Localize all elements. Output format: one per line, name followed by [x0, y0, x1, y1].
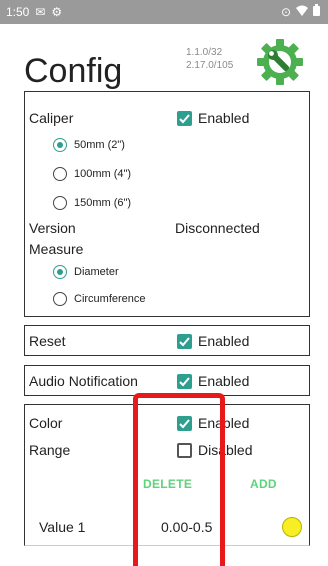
radio-size-50mm[interactable]: 50mm (2") [53, 138, 125, 152]
reset-label: Reset [29, 333, 66, 349]
caliper-enabled-label: Enabled [198, 110, 250, 126]
radio-unselected-icon [53, 167, 67, 181]
add-button[interactable]: ADD [250, 477, 277, 491]
checkbox-unchecked-icon [177, 442, 192, 458]
wifi-icon [296, 5, 308, 19]
color-enabled-checkbox[interactable]: Enabled [177, 415, 249, 431]
value-1-color-swatch[interactable] [282, 517, 302, 537]
value-1-range: 0.00-0.5 [161, 519, 213, 535]
caliper-label: Caliper [29, 110, 74, 126]
audio-enabled-label: Enabled [198, 373, 250, 389]
radio-measure-diameter[interactable]: Diameter [53, 265, 119, 279]
reset-enabled-checkbox[interactable]: Enabled [177, 333, 249, 349]
version-value: Disconnected [175, 220, 260, 236]
range-disabled-label: Disabled [198, 442, 253, 458]
audio-enabled-checkbox[interactable]: Enabled [177, 373, 249, 389]
measure-label: Measure [29, 241, 84, 257]
radio-selected-icon [53, 265, 67, 279]
radio-unselected-icon [53, 292, 67, 306]
version-info: 1.1.0/32 2.17.0/105 [186, 46, 233, 72]
color-card: Color Enabled Range Disabled DELETE ADD … [24, 404, 310, 546]
status-bar: 1:50 ✉ ⚙ ⊙ [0, 0, 328, 24]
range-disabled-checkbox[interactable]: Disabled [177, 442, 252, 458]
location-icon: ⊙ [280, 4, 291, 19]
gmail-icon: ✉ [35, 5, 46, 19]
battery-icon [313, 4, 320, 19]
app-version: 1.1.0/32 [186, 47, 223, 58]
settings-icon: ⚙ [51, 5, 63, 19]
radio-size-150mm[interactable]: 150mm (6") [53, 196, 131, 210]
audio-notification-label: Audio Notification [29, 373, 138, 389]
checkbox-checked-icon [177, 333, 192, 349]
reset-enabled-label: Enabled [198, 333, 250, 349]
radio-measure-diameter-label: Diameter [74, 266, 119, 278]
config-header: Config 1.1.0/32 2.17.0/105 [0, 24, 328, 92]
caliper-enabled-checkbox[interactable]: Enabled [177, 110, 249, 126]
delete-button[interactable]: DELETE [143, 477, 192, 491]
status-time: 1:50 [6, 5, 30, 19]
color-enabled-label: Enabled [198, 415, 250, 431]
radio-size-150mm-label: 150mm (6") [74, 197, 132, 209]
checkbox-checked-icon [177, 415, 192, 431]
caliper-card: Caliper Enabled 50mm (2") 100mm (4") 150… [24, 91, 310, 317]
checkbox-checked-icon [177, 110, 192, 126]
radio-selected-icon [53, 138, 67, 152]
radio-measure-circumference-label: Circumference [74, 293, 146, 305]
radio-measure-circumference[interactable]: Circumference [53, 292, 146, 306]
radio-size-100mm[interactable]: 100mm (4") [53, 167, 131, 181]
audio-notification-card: Audio Notification Enabled [24, 365, 310, 396]
radio-size-50mm-label: 50mm (2") [74, 139, 125, 151]
settings-gear-wrench-icon[interactable] [254, 36, 306, 88]
color-label: Color [29, 415, 63, 431]
radio-unselected-icon [53, 196, 67, 210]
reset-card: Reset Enabled [24, 325, 310, 356]
checkbox-checked-icon [177, 373, 192, 389]
version-label: Version [29, 220, 76, 236]
radio-size-100mm-label: 100mm (4") [74, 168, 132, 180]
range-label: Range [29, 442, 71, 458]
firmware-version: 2.17.0/105 [186, 60, 234, 71]
value-1-label: Value 1 [39, 519, 86, 535]
page-title: Config [24, 52, 123, 90]
